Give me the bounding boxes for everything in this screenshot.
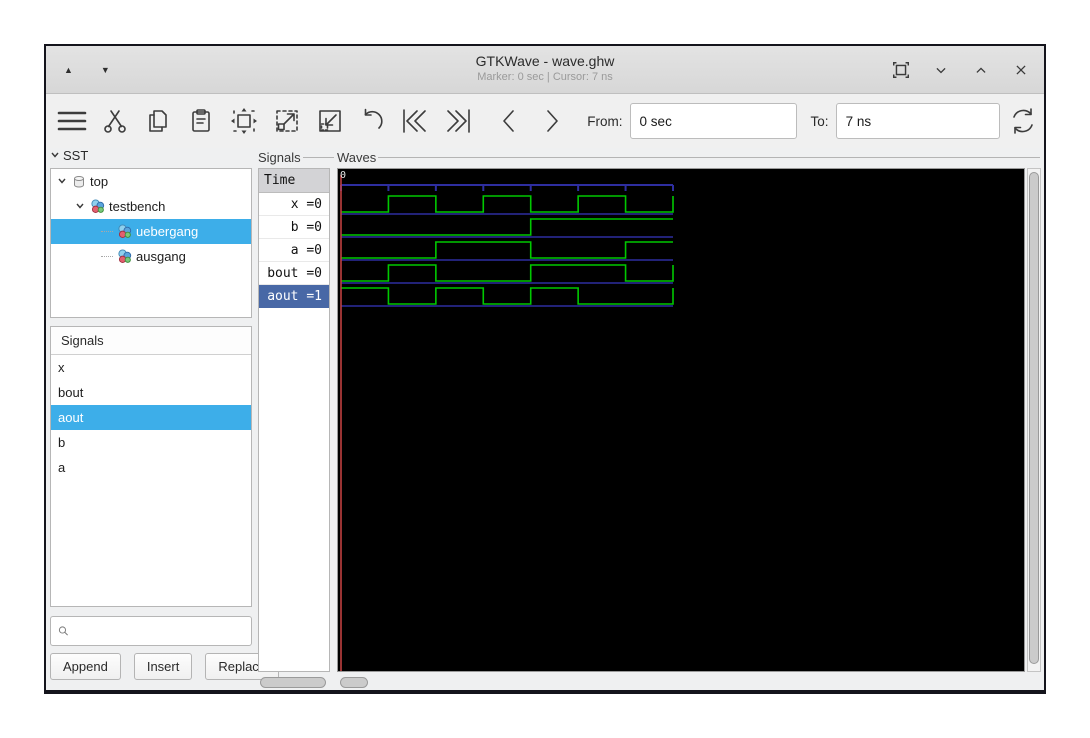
list-item-b[interactable]: b — [51, 430, 251, 455]
sst-header[interactable]: SST — [50, 148, 88, 163]
main-content: SST top testbench uebergang ausgang Sign… — [46, 148, 1044, 690]
list-item-x[interactable]: x — [51, 355, 251, 380]
reload-button[interactable] — [1008, 106, 1038, 136]
undo-icon — [365, 108, 384, 129]
go-last-button[interactable] — [443, 106, 473, 136]
tree-item-testbench[interactable]: testbench — [51, 194, 251, 219]
search-icon — [58, 626, 68, 636]
sst-tree: top testbench uebergang ausgang — [50, 168, 252, 318]
scope-module-icon — [90, 199, 105, 214]
keep-above-icon — [893, 62, 909, 78]
go-first-icon — [403, 109, 427, 133]
zoom-fit-icon — [230, 108, 257, 134]
maximize-button[interactable] — [970, 59, 992, 81]
scrollbar-thumb[interactable] — [1029, 172, 1039, 664]
wave-canvas[interactable]: 0 — [337, 168, 1025, 672]
cut-button[interactable] — [100, 106, 130, 136]
sst-expander-icon — [50, 148, 60, 163]
tree-connector — [101, 256, 113, 257]
action-buttons: Append Insert Replace — [50, 653, 280, 680]
list-item-bout[interactable]: bout — [51, 380, 251, 405]
timeline-origin-label: 0 — [340, 170, 347, 181]
go-next-button[interactable] — [537, 106, 567, 136]
waves-horizontal-scrollbar[interactable] — [340, 677, 460, 688]
signal-row-bout[interactable]: bout =0 — [259, 262, 329, 285]
close-icon — [1016, 65, 1026, 75]
signals-frame-label: Signals — [258, 150, 334, 165]
waveform-traces — [340, 175, 674, 671]
go-next-icon — [547, 110, 558, 132]
go-prev-icon — [503, 110, 514, 132]
scope-module-icon — [117, 224, 132, 239]
paste-icon — [191, 109, 210, 132]
append-button[interactable]: Append — [50, 653, 121, 680]
tree-item-top[interactable]: top — [51, 169, 251, 194]
signal-row-b[interactable]: b =0 — [259, 216, 329, 239]
zoom-out-button[interactable] — [315, 106, 345, 136]
undo-button[interactable] — [358, 106, 388, 136]
signals-horizontal-scrollbar[interactable] — [260, 677, 328, 688]
time-header[interactable]: Time — [259, 169, 329, 193]
reload-icon — [1012, 108, 1033, 134]
signal-row-x[interactable]: x =0 — [259, 193, 329, 216]
waves-frame-label: Waves — [337, 150, 1040, 165]
paste-button[interactable] — [186, 106, 216, 136]
go-last-icon — [447, 109, 471, 133]
scrollbar-thumb[interactable] — [340, 677, 368, 688]
to-label: To: — [810, 113, 829, 129]
copy-button[interactable] — [143, 106, 173, 136]
chevron-up-icon — [976, 67, 986, 73]
insert-button[interactable]: Insert — [133, 653, 193, 680]
toolbar: From: To: — [46, 94, 1044, 148]
cut-icon — [104, 110, 126, 133]
zoom-in-button[interactable] — [272, 106, 302, 136]
titlebar[interactable]: ▲ ▼ GTKWave - wave.ghw Marker: 0 sec | C… — [46, 46, 1044, 94]
close-button[interactable] — [1010, 59, 1032, 81]
tree-connector — [101, 231, 113, 232]
signal-row-a[interactable]: a =0 — [259, 239, 329, 262]
signal-row-aout[interactable]: aout =1 — [259, 285, 329, 308]
search-input[interactable] — [75, 623, 251, 639]
scrollbar-thumb[interactable] — [260, 677, 326, 688]
signal-list-header: Signals — [51, 327, 251, 355]
tree-item-ausgang[interactable]: ausgang — [51, 244, 251, 269]
menu-button[interactable] — [57, 106, 87, 136]
expander-icon[interactable] — [75, 199, 85, 214]
zoom-in-icon — [275, 110, 298, 132]
minimize-button[interactable] — [930, 59, 952, 81]
zoom-out-icon — [318, 110, 341, 132]
copy-icon — [149, 110, 167, 132]
keep-above-button[interactable] — [890, 59, 912, 81]
scope-root-icon — [72, 175, 86, 189]
scope-module-icon — [117, 249, 132, 264]
tree-item-uebergang[interactable]: uebergang — [51, 219, 251, 244]
gtkwave-window: ▲ ▼ GTKWave - wave.ghw Marker: 0 sec | C… — [44, 44, 1046, 694]
to-input[interactable] — [835, 103, 1000, 139]
menu-icon — [57, 111, 87, 131]
from-input[interactable] — [629, 103, 797, 139]
go-prev-button[interactable] — [494, 106, 524, 136]
waves-vertical-scrollbar[interactable] — [1027, 168, 1041, 672]
signal-search-list: Signals x bout aout b a — [50, 326, 252, 607]
signals-value-column: Time x =0 b =0 a =0 bout =0 aout =1 — [258, 168, 330, 672]
zoom-fit-button[interactable] — [229, 106, 259, 136]
from-label: From: — [587, 113, 623, 129]
list-item-aout[interactable]: aout — [51, 405, 251, 430]
list-item-a[interactable]: a — [51, 455, 251, 480]
expander-icon[interactable] — [57, 174, 67, 189]
signal-filter-box[interactable] — [50, 616, 252, 646]
go-first-button[interactable] — [400, 106, 430, 136]
chevron-down-icon — [936, 67, 946, 74]
